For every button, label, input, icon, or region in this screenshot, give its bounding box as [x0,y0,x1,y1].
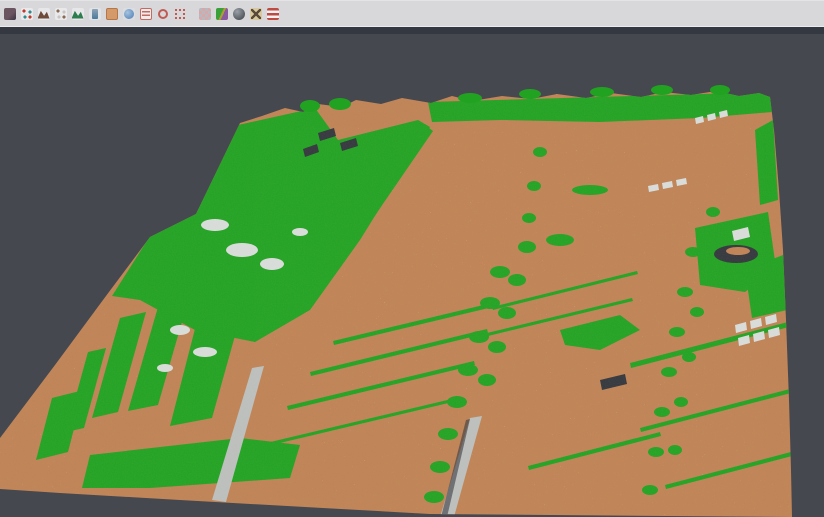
attribute-table-icon [140,8,152,20]
transparency-grid-icon [199,8,211,20]
attribute-table-icon-button[interactable] [138,5,153,22]
globe-icon-button[interactable] [121,5,136,22]
render-sphere-icon-button[interactable] [231,5,246,22]
classification-map-icon-button[interactable] [214,5,229,22]
classification-map-icon [216,8,228,20]
flag-layer-icon [267,8,279,20]
transparency-grid-icon-button[interactable] [197,5,212,22]
terrain-brown-icon [38,8,50,20]
zoom-extent-icon-button[interactable] [172,5,187,22]
compass-target-icon [157,8,169,20]
classified-points-icon-button[interactable] [19,5,34,22]
ortho-image-icon [106,8,118,20]
compass-target-icon-button[interactable] [155,5,170,22]
application-window [0,0,824,517]
flag-layer-icon-button[interactable] [265,5,280,22]
terrain-green-icon-button[interactable] [70,5,85,22]
sparse-points-icon [55,8,67,20]
terrain-brown-icon-button[interactable] [36,5,51,22]
ortho-image-icon-button[interactable] [104,5,119,22]
point-cloud-icon-button[interactable] [2,5,17,22]
terrain-green-icon [72,8,84,20]
profile-view-icon-button[interactable] [87,5,102,22]
render-canvas [0,27,824,517]
sparse-points-icon-button[interactable] [53,5,68,22]
profile-view-icon [89,8,101,20]
zoom-extent-icon [174,8,186,20]
point-cloud-icon [4,8,16,20]
texture-swap-icon [250,8,262,20]
main-toolbar [0,0,824,27]
render-sphere-icon [233,8,245,20]
globe-icon [123,8,135,20]
texture-swap-icon-button[interactable] [248,5,263,22]
viewport-top-strip [0,27,824,34]
classified-points-icon [21,8,33,20]
viewport-3d[interactable] [0,27,824,517]
